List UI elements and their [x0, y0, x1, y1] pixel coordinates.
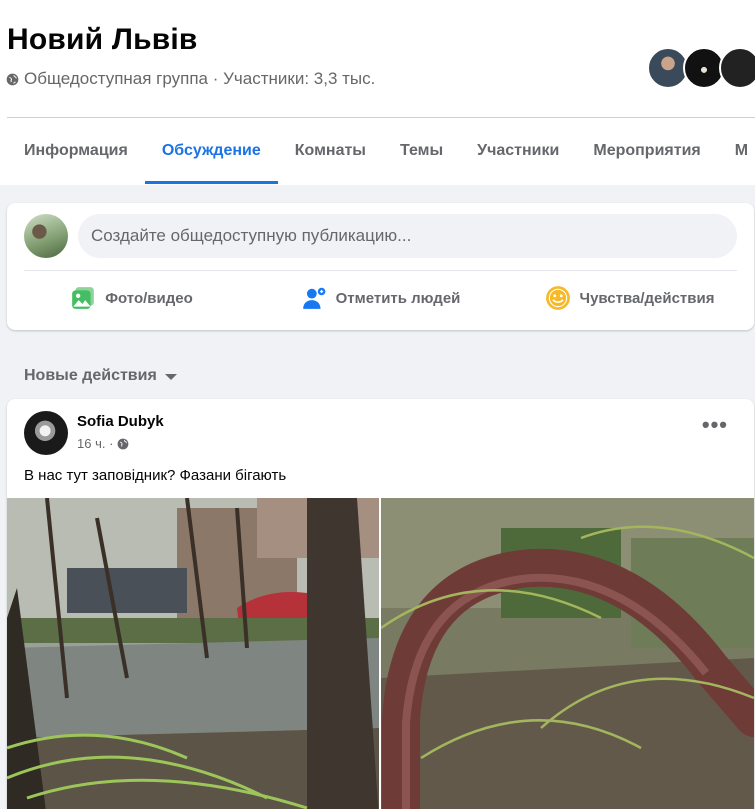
- tab-about[interactable]: Информация: [7, 118, 145, 184]
- post-text: В нас тут заповідник? Фазани бігають: [24, 467, 287, 484]
- tab-rooms[interactable]: Комнаты: [278, 118, 383, 184]
- post-photo-image: [381, 498, 754, 809]
- more-options-button[interactable]: •••: [702, 414, 728, 436]
- group-tabs: Информация Обсуждение Комнаты Темы Участ…: [7, 118, 755, 184]
- globe-icon: [118, 438, 129, 449]
- feed-sort-label: Новые действия: [24, 367, 157, 384]
- avatar[interactable]: [24, 214, 68, 258]
- photo-video-icon: [72, 287, 95, 309]
- post-author[interactable]: Sofia Dubyk: [77, 413, 164, 430]
- tag-people-label: Отметить людей: [335, 289, 461, 307]
- tab-topics[interactable]: Темы: [383, 118, 460, 184]
- group-title[interactable]: Новий Львів: [7, 23, 198, 57]
- post-timestamp: 16 ч. ·: [77, 436, 129, 451]
- feed-sort-dropdown[interactable]: Новые действия: [24, 367, 177, 385]
- composer-actions: Фото/видео Отметить людей Чувства/действ…: [7, 274, 754, 322]
- post-photo-image: [7, 498, 379, 809]
- post-composer: Создайте общедоступную публикацию... Фот…: [7, 203, 754, 330]
- photo-video-label: Фото/видео: [105, 289, 193, 307]
- group-header: Новий Львів Общедоступная группа · Участ…: [0, 0, 755, 185]
- feeling-icon: [545, 286, 570, 310]
- post-photo[interactable]: [7, 498, 379, 809]
- avatar[interactable]: [24, 411, 68, 455]
- photo-video-button[interactable]: Фото/видео: [7, 274, 256, 322]
- tab-more[interactable]: М: [718, 118, 755, 184]
- feeling-label: Чувства/действия: [579, 289, 715, 307]
- feed-post: Sofia Dubyk 16 ч. · ••• В нас тут запові…: [7, 399, 754, 809]
- tab-events[interactable]: Мероприятия: [576, 118, 717, 184]
- tag-people-icon: [302, 287, 325, 309]
- tab-discussion[interactable]: Обсуждение: [144, 118, 278, 184]
- avatar[interactable]: [719, 47, 755, 89]
- create-post-input[interactable]: Создайте общедоступную публикацию...: [78, 214, 737, 258]
- globe-icon: [6, 73, 19, 85]
- post-photo[interactable]: [381, 498, 754, 809]
- caret-down-icon: [164, 374, 177, 380]
- post-time-text[interactable]: 16 ч. ·: [77, 436, 113, 451]
- composer-divider: [24, 270, 737, 271]
- group-meta-text: Общедоступная группа · Участники: 3,3 ты…: [24, 69, 376, 88]
- group-meta: Общедоступная группа · Участники: 3,3 ты…: [6, 69, 375, 89]
- member-avatars[interactable]: [647, 47, 755, 89]
- tab-members[interactable]: Участники: [460, 118, 576, 184]
- tag-people-button[interactable]: Отметить людей: [256, 274, 505, 322]
- feeling-button[interactable]: Чувства/действия: [505, 274, 754, 322]
